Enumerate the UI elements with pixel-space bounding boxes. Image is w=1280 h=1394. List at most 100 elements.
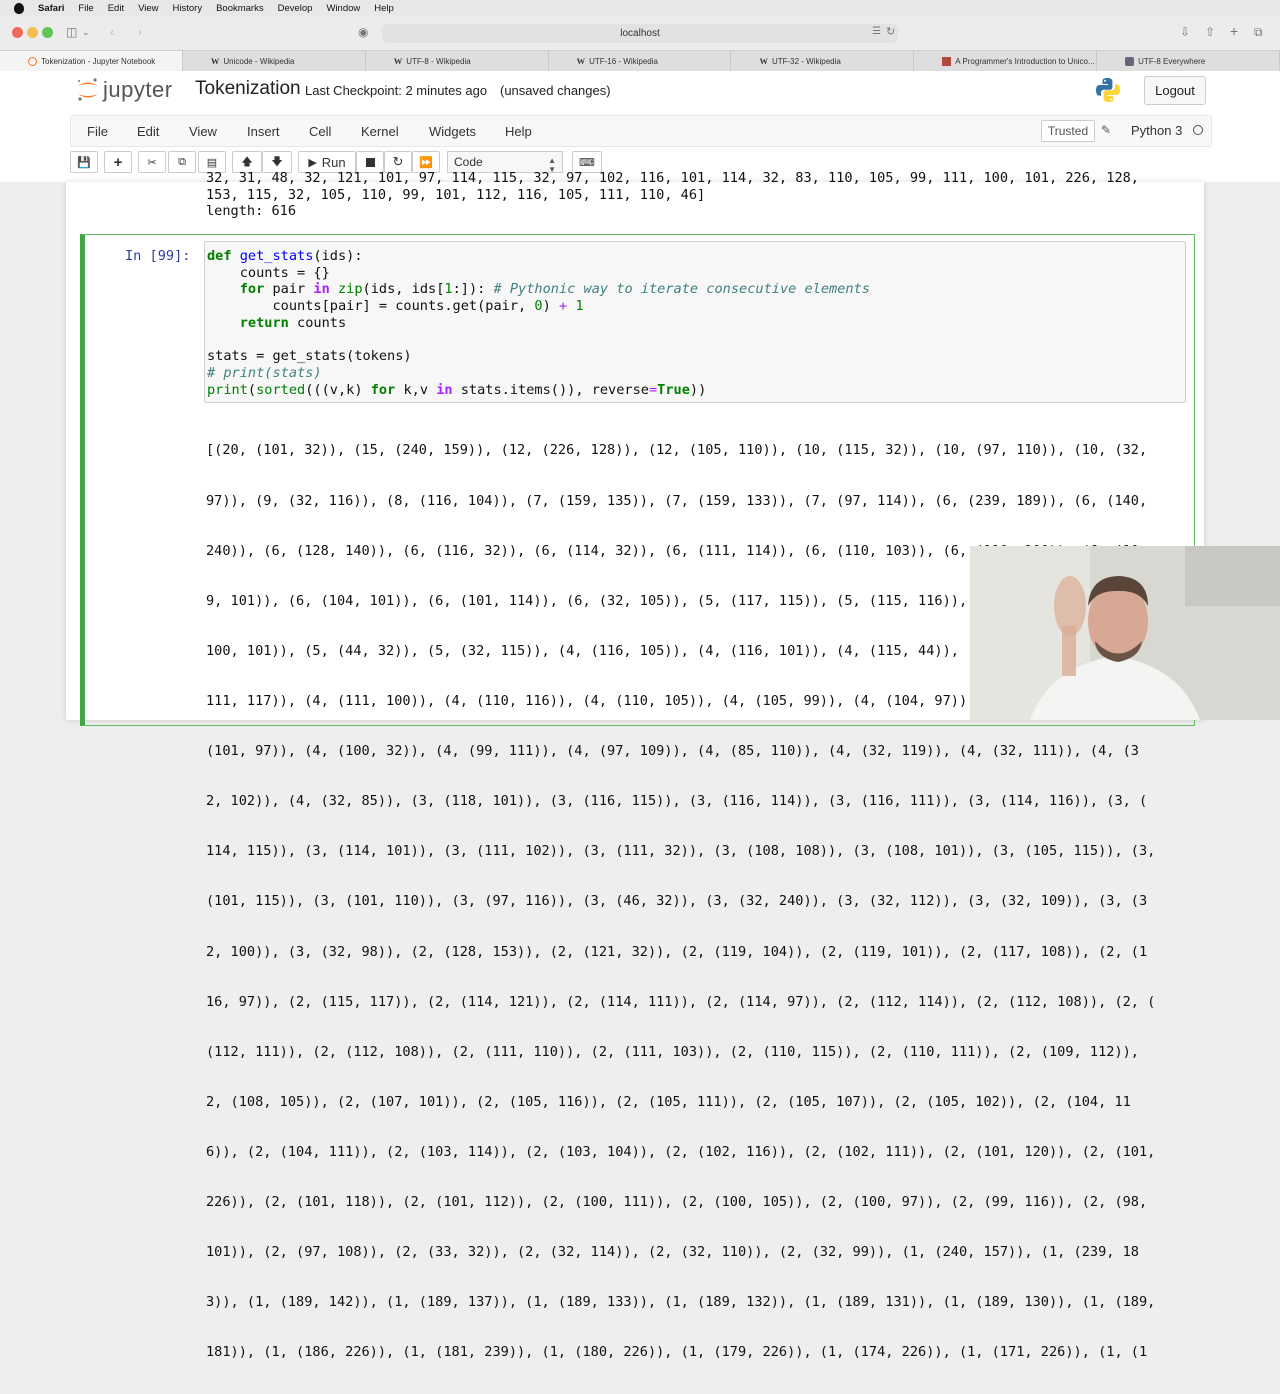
code-token: in bbox=[313, 281, 330, 298]
paste-icon: ▤ bbox=[206, 156, 218, 169]
jmenu-cell[interactable]: Cell bbox=[309, 124, 331, 139]
tab-label: Tokenization - Jupyter Notebook bbox=[41, 56, 156, 66]
tab-programmers-intro[interactable]: A Programmer's Introduction to Unico... bbox=[914, 51, 1098, 71]
address-text: localhost bbox=[620, 28, 660, 39]
sidebar-icon[interactable]: ◫ bbox=[66, 25, 77, 39]
output-line: 97)), (9, (32, 116)), (8, (116, 104)), (… bbox=[206, 492, 1148, 509]
tab-label: UTF-16 - Wikipedia bbox=[589, 56, 658, 66]
menu-app-safari[interactable]: Safari bbox=[38, 3, 64, 14]
jmenu-insert[interactable]: Insert bbox=[247, 124, 280, 139]
code-line: counts = {} bbox=[207, 264, 330, 281]
code-token: get_stats bbox=[239, 248, 314, 264]
tab-utf8[interactable]: W UTF-8 - Wikipedia bbox=[366, 51, 549, 71]
code-token: + bbox=[558, 298, 568, 315]
pencil-icon[interactable]: ✎ bbox=[1101, 123, 1111, 137]
tab-utf8-everywhere[interactable]: UTF-8 Everywhere bbox=[1097, 51, 1280, 71]
save-button[interactable]: 💾 bbox=[70, 151, 98, 173]
new-tab-icon[interactable]: + bbox=[1230, 23, 1238, 39]
code-token: stats.items()), reverse bbox=[452, 381, 649, 398]
zoom-window-button[interactable] bbox=[42, 27, 53, 38]
code-token: for bbox=[370, 381, 396, 398]
share-icon[interactable]: ⇧ bbox=[1205, 25, 1215, 39]
tab-label: A Programmer's Introduction to Unico... bbox=[955, 56, 1095, 66]
output-line: 153, 115, 32, 105, 110, 99, 101, 112, 11… bbox=[206, 186, 706, 203]
jmenu-help[interactable]: Help bbox=[505, 124, 532, 139]
menu-file[interactable]: File bbox=[78, 3, 93, 14]
download-icon[interactable]: ⇩ bbox=[1180, 25, 1190, 39]
jmenu-view[interactable]: View bbox=[189, 124, 217, 139]
back-icon[interactable]: ‹ bbox=[110, 25, 114, 39]
jmenu-edit[interactable]: Edit bbox=[137, 124, 159, 139]
menu-view[interactable]: View bbox=[138, 3, 158, 14]
arrow-down-icon: 🡇 bbox=[271, 155, 283, 168]
menu-history[interactable]: History bbox=[173, 3, 203, 14]
tab-label: UTF-8 Everywhere bbox=[1138, 56, 1206, 66]
output-line: 3)), (1, (189, 142)), (1, (189, 137)), (… bbox=[206, 1294, 1156, 1311]
wikipedia-favicon-icon: W bbox=[576, 56, 586, 66]
code-token: ( bbox=[247, 381, 257, 398]
jupyter-logo-icon[interactable] bbox=[76, 77, 100, 103]
forward-icon[interactable]: › bbox=[138, 25, 142, 39]
translate-icon[interactable]: ☰ bbox=[872, 26, 881, 37]
trusted-badge[interactable]: Trusted bbox=[1041, 120, 1095, 142]
shield-icon[interactable]: ◉ bbox=[358, 25, 368, 39]
arrow-up-icon: 🡅 bbox=[241, 155, 253, 168]
minimize-window-button[interactable] bbox=[27, 27, 38, 38]
jmenu-file[interactable]: File bbox=[87, 124, 108, 139]
chevron-down-icon[interactable]: ⌄ bbox=[82, 27, 90, 38]
apple-icon[interactable] bbox=[14, 2, 24, 14]
insert-cell-button[interactable]: + bbox=[104, 151, 132, 173]
code-token: counts bbox=[288, 314, 347, 331]
code-line: stats = get_stats(tokens) bbox=[207, 348, 412, 365]
address-bar[interactable]: localhost bbox=[382, 24, 898, 43]
code-token: )) bbox=[689, 381, 707, 398]
code-token: for bbox=[239, 281, 265, 298]
plus-icon: + bbox=[113, 153, 123, 171]
cut-button[interactable]: ✂ bbox=[138, 151, 166, 173]
wikipedia-favicon-icon: W bbox=[759, 56, 768, 66]
menu-edit[interactable]: Edit bbox=[108, 3, 124, 14]
tab-utf16[interactable]: W UTF-16 - Wikipedia bbox=[549, 51, 732, 71]
jmenu-widgets[interactable]: Widgets bbox=[429, 124, 476, 139]
menu-develop[interactable]: Develop bbox=[278, 3, 313, 14]
notebook-title[interactable]: Tokenization bbox=[195, 78, 301, 100]
output-line: 2, 102)), (4, (32, 85)), (3, (118, 101))… bbox=[206, 793, 1148, 810]
reload-icon[interactable]: ↻ bbox=[886, 25, 895, 38]
code-comment: # print(stats) bbox=[207, 364, 322, 381]
jmenu-kernel[interactable]: Kernel bbox=[361, 124, 399, 139]
kernel-name[interactable]: Python 3 bbox=[1131, 123, 1182, 138]
jupyter-wordmark: jupyter bbox=[103, 77, 173, 102]
tab-tokenization[interactable]: Tokenization - Jupyter Notebook bbox=[0, 51, 183, 71]
copy-button[interactable]: ⧉ bbox=[168, 151, 196, 173]
code-token: (ids): bbox=[313, 248, 363, 264]
play-icon: ▶ bbox=[308, 156, 317, 169]
menu-help[interactable]: Help bbox=[374, 3, 394, 14]
restart-icon: ↻ bbox=[392, 154, 404, 169]
cell-prompt: In [99]: bbox=[125, 248, 191, 264]
tab-label: UTF-32 - Wikipedia bbox=[771, 56, 841, 66]
logout-button[interactable]: Logout bbox=[1144, 76, 1206, 105]
tab-unicode[interactable]: W Unicode - Wikipedia bbox=[183, 51, 366, 71]
checkpoint-status: Last Checkpoint: 2 minutes ago bbox=[305, 83, 488, 98]
menu-window[interactable]: Window bbox=[326, 3, 360, 14]
code-editor[interactable]: def get_stats(ids): counts = {} for pair… bbox=[204, 241, 1186, 403]
output-line: 226)), (2, (101, 118)), (2, (101, 112)),… bbox=[206, 1194, 1148, 1211]
python-logo-icon bbox=[1096, 78, 1120, 102]
code-token: 1 bbox=[444, 281, 453, 298]
tab-label: UTF-8 - Wikipedia bbox=[406, 56, 471, 66]
code-token: counts[pair] = counts.get(pair, bbox=[207, 298, 535, 315]
menu-bookmarks[interactable]: Bookmarks bbox=[216, 3, 264, 14]
code-token: :]): bbox=[452, 281, 494, 298]
output-line: 114, 115)), (3, (114, 101)), (3, (111, 1… bbox=[206, 843, 1156, 860]
tab-utf32[interactable]: W UTF-32 - Wikipedia bbox=[731, 51, 915, 71]
output-line: 2, 100)), (3, (32, 98)), (2, (128, 153))… bbox=[206, 943, 1148, 960]
code-comment: # Pythonic way to iterate consecutive el… bbox=[493, 281, 870, 298]
tab-overview-icon[interactable]: ⧉ bbox=[1254, 25, 1263, 40]
code-text[interactable]: def get_stats(ids): counts = {} for pair… bbox=[207, 248, 870, 398]
output-line: [(20, (101, 32)), (15, (240, 159)), (12,… bbox=[206, 442, 1148, 459]
page-favicon-icon bbox=[1125, 56, 1135, 66]
output-line: 16, 97)), (2, (115, 117)), (2, (114, 121… bbox=[206, 993, 1156, 1010]
tab-label: Unicode - Wikipedia bbox=[223, 56, 295, 66]
cell-type-value: Code bbox=[454, 155, 483, 169]
close-window-button[interactable] bbox=[12, 27, 23, 38]
